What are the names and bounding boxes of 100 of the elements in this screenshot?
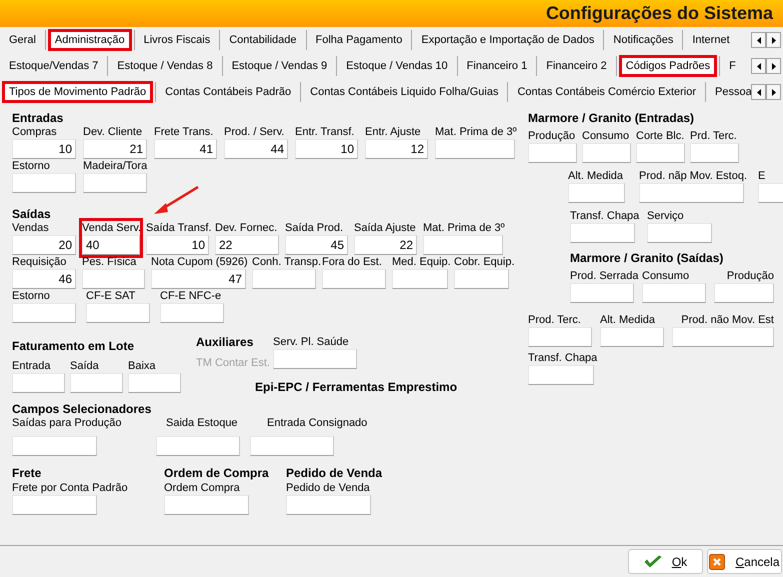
tab[interactable]: Livros Fiscais [136,29,218,51]
arrow-right-icon [772,36,776,44]
tab[interactable]: Tipos de Movimento Padrão [2,81,154,103]
tab[interactable]: Exportação e Importação de Dados [414,29,602,51]
input-field[interactable] [392,269,448,289]
input-field[interactable] [636,143,685,163]
field-label: Fora do Est. [322,255,382,269]
field-label: CF-E SAT [86,289,136,303]
tab[interactable]: F [722,55,743,77]
tab[interactable]: Contabilidade [222,29,304,51]
input-field[interactable] [423,235,503,255]
input-field[interactable]: 22 [354,235,417,255]
tab[interactable]: Estoque / Vendas 9 [224,55,334,77]
input-field[interactable] [82,269,145,289]
field-label: Transf. Chapa [528,351,598,365]
input-field[interactable] [128,373,181,393]
input-field[interactable] [286,494,371,514]
tab[interactable]: Contas Contábeis Liquido Folha/Guias [303,81,506,103]
input-field[interactable] [568,183,625,203]
input-field[interactable] [672,327,774,347]
scroll-right-button[interactable] [766,32,781,48]
tab[interactable]: Estoque/Vendas 7 [2,55,106,77]
input-field[interactable] [12,436,97,456]
field-label: Produção [726,269,774,283]
input-field[interactable] [273,349,357,369]
input-field[interactable] [639,183,744,203]
input-field[interactable]: 47 [151,269,246,289]
input-field[interactable] [642,283,706,303]
tab[interactable]: Códigos Padrões [618,55,718,77]
input-field[interactable]: 40 [82,235,140,255]
cancel-button[interactable]: Cancela [707,549,782,574]
input-field[interactable] [86,303,150,323]
field-label: Corte Blc. [636,129,684,143]
input-field[interactable]: 41 [154,139,217,159]
input-field[interactable] [528,327,592,347]
field-label: Prod. Serrada [570,269,638,283]
ok-button[interactable]: Ok [628,549,703,574]
tab[interactable]: Financeiro 2 [539,55,614,77]
input-field[interactable] [12,373,65,393]
input-field[interactable] [252,269,316,289]
input-field[interactable] [12,494,97,514]
input-field[interactable]: 20 [12,235,76,255]
input-field[interactable] [690,143,739,163]
input-field[interactable]: 10 [146,235,209,255]
input-field[interactable] [164,494,249,514]
field-label: Prod. nãp Mov. Estoq. [639,169,748,183]
tab[interactable]: Financeiro 1 [460,55,534,77]
input-field[interactable] [12,303,76,323]
input-field[interactable] [528,143,577,163]
input-field[interactable] [156,436,240,456]
input-field[interactable] [250,436,334,456]
field-label: Frete por Conta Padrão [12,480,128,494]
tab[interactable]: Folha Pagamento [308,29,410,51]
field-label: Madeira/Tora [83,159,148,173]
tab[interactable]: Contas Contábeis Comércio Exterior [510,81,704,103]
scroll-left-button[interactable] [751,58,766,74]
input-field[interactable] [570,283,634,303]
tab[interactable]: Administração [48,29,132,51]
input-field[interactable]: 44 [224,139,288,159]
tab[interactable]: Geral [2,29,43,51]
checkmark-icon [644,554,662,568]
input-field[interactable] [570,223,635,243]
input-field[interactable] [582,143,631,163]
section-heading: Saídas [12,207,52,221]
input-field[interactable] [454,269,509,289]
input-field[interactable] [600,327,664,347]
field-label: Pedido de Venda [286,480,370,494]
scroll-right-button[interactable] [766,58,781,74]
field-label: Serviço [647,209,684,223]
input-field[interactable]: 46 [12,269,76,289]
field-label: Prd. Terc. [690,129,737,143]
input-field[interactable] [647,223,712,243]
field-label: Dev. Cliente [83,125,142,139]
field-label: Saída [70,359,99,373]
input-field[interactable]: 21 [83,139,147,159]
input-field[interactable] [435,139,515,159]
field-label: Nota Cupom (5926) [151,255,248,269]
field-label: Vendas [12,221,49,235]
input-field[interactable] [322,269,386,289]
input-field[interactable]: 10 [12,139,76,159]
input-field[interactable] [83,173,147,193]
input-field[interactable]: 10 [295,139,358,159]
input-field[interactable] [528,365,594,385]
scroll-left-button[interactable] [751,84,766,100]
tab[interactable]: Estoque / Vendas 8 [110,55,220,77]
input-field[interactable]: 22 [215,235,279,255]
input-field[interactable] [758,183,783,203]
input-field[interactable] [70,373,123,393]
input-field[interactable]: 12 [365,139,428,159]
field-label: Entr. Ajuste [365,125,421,139]
tab[interactable]: Internet [685,29,737,51]
input-field[interactable]: 45 [285,235,348,255]
tab[interactable]: Notificações [606,29,680,51]
scroll-left-button[interactable] [751,32,766,48]
tab[interactable]: Contas Contábeis Padrão [158,81,298,103]
input-field[interactable] [12,173,76,193]
tab[interactable]: Estoque / Vendas 10 [339,55,455,77]
scroll-right-button[interactable] [766,84,781,100]
input-field[interactable] [160,303,224,323]
input-field[interactable] [714,283,774,303]
